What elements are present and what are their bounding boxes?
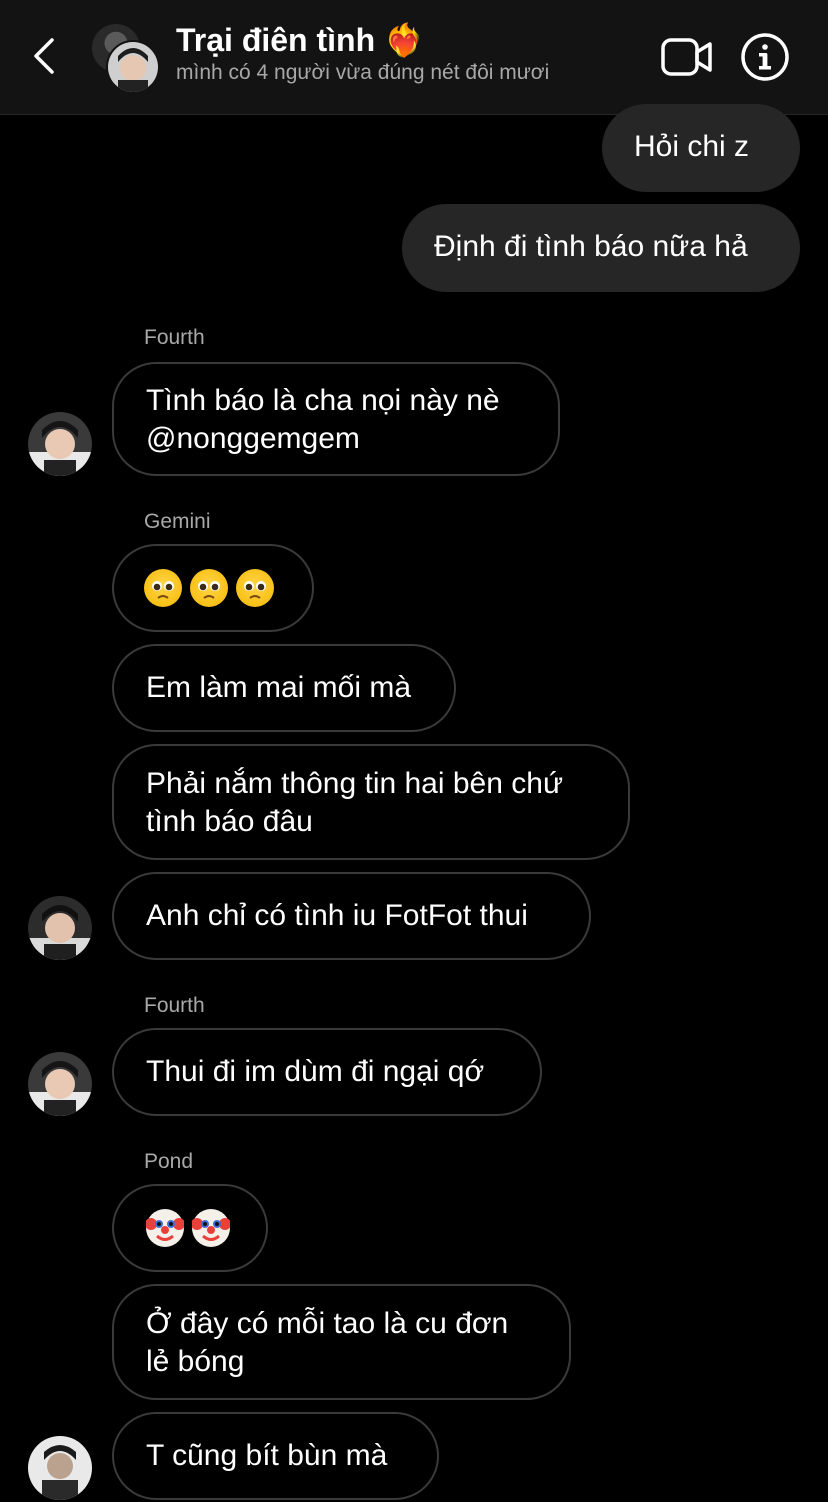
message-text: Tình báo là cha nọi này nè	[146, 384, 500, 417]
video-call-button[interactable]	[660, 36, 714, 78]
chat-title-area[interactable]: Trại điên tình ❤️‍🔥 mình có 4 người vừa …	[176, 20, 636, 88]
avatar	[106, 40, 160, 94]
mention-link[interactable]: @nonggemgem	[146, 420, 526, 458]
avatar[interactable]	[28, 896, 92, 960]
emoji-message	[144, 569, 282, 607]
page-title: Trại điên tình ❤️‍🔥	[176, 22, 424, 58]
chat-subtitle: mình có 4 người vừa đúng nét đôi mươi	[176, 61, 550, 84]
incoming-message[interactable]: Anh chỉ có tình iu FotFot thui	[112, 872, 591, 960]
emoji-message	[145, 1209, 234, 1247]
pleading-face-icon	[144, 569, 182, 607]
avatar[interactable]	[28, 1436, 92, 1500]
chat-header: Trại điên tình ❤️‍🔥 mình có 4 người vừa …	[0, 0, 828, 115]
message-text: Ở đây có mỗi tao là cu đơn	[146, 1307, 509, 1340]
incoming-message[interactable]	[112, 544, 314, 632]
group-avatar[interactable]	[92, 24, 160, 94]
message-text: Hỏi chi z	[634, 130, 750, 163]
incoming-message[interactable]: Thui đi im dùm đi ngại qớ	[112, 1028, 542, 1116]
message-text: tình báo đâu	[146, 805, 313, 838]
avatar[interactable]	[28, 1052, 92, 1116]
message-text: lẻ bóng	[146, 1345, 245, 1378]
incoming-message[interactable]: Phải nắm thông tin hai bên chứ tình báo …	[112, 744, 630, 860]
pleading-face-icon	[190, 569, 228, 607]
back-button[interactable]	[26, 34, 66, 78]
message-text: Em làm mai mối mà	[146, 671, 412, 704]
message-text: Định đi tình báo nữa hả	[434, 230, 748, 263]
pleading-face-icon	[236, 569, 274, 607]
incoming-message[interactable]	[112, 1184, 268, 1272]
message-text: Thui đi im dùm đi ngại qớ	[146, 1055, 485, 1088]
message-text: T cũng bít bùn mà	[146, 1439, 388, 1472]
chevron-left-icon	[34, 38, 54, 74]
avatar[interactable]	[28, 412, 92, 476]
clown-face-icon	[145, 1209, 185, 1247]
sender-name: Pond	[144, 1150, 194, 1173]
message-text: Anh chỉ có tình iu FotFot thui	[146, 899, 528, 932]
clown-face-icon	[191, 1209, 231, 1247]
video-camera-icon	[661, 38, 712, 76]
incoming-message[interactable]: Tình báo là cha nọi này nè @nonggemgem	[112, 362, 560, 476]
incoming-message[interactable]: T cũng bít bùn mà	[112, 1412, 439, 1500]
info-button[interactable]	[740, 32, 790, 82]
incoming-message[interactable]: Ở đây có mỗi tao là cu đơn lẻ bóng	[112, 1284, 571, 1400]
outgoing-message[interactable]: Hỏi chi z	[602, 104, 800, 192]
sender-name: Fourth	[144, 994, 205, 1017]
info-icon	[741, 33, 789, 81]
incoming-message[interactable]: Em làm mai mối mà	[112, 644, 456, 732]
message-text: Phải nắm thông tin hai bên chứ	[146, 767, 564, 800]
outgoing-message[interactable]: Định đi tình báo nữa hả	[402, 204, 800, 292]
sender-name: Fourth	[144, 326, 205, 349]
sender-name: Gemini	[144, 510, 211, 533]
